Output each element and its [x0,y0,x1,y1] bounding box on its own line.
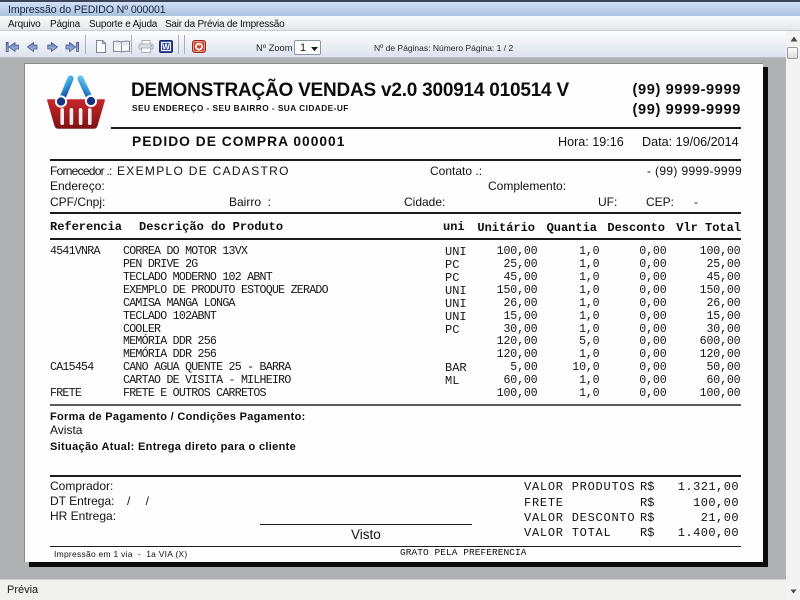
svg-text:W: W [162,43,170,52]
